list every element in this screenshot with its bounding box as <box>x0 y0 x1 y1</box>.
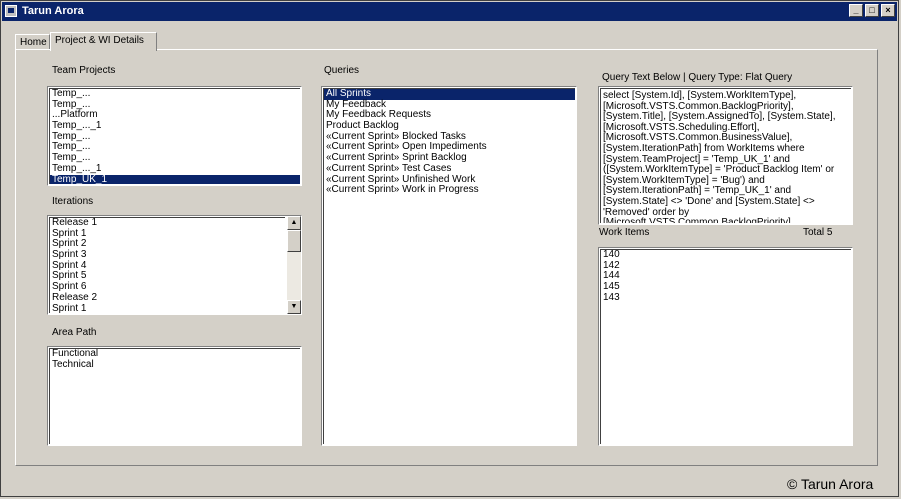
scroll-up-icon[interactable]: ▲ <box>287 216 301 230</box>
query-item[interactable]: «Current Sprint» Work in Progress <box>324 184 575 196</box>
title-bar[interactable]: Tarun Arora _ □ × <box>2 2 897 21</box>
team-projects-listbox[interactable]: Temp_... Temp_... ...Platform Temp_..._1 Tem… <box>47 86 302 186</box>
team-projects-list: Temp_... Temp_... ...Platform Temp_..._1 Tem… <box>49 88 300 184</box>
query-text-value: select [System.Id], [System.WorkItemType… <box>603 90 836 223</box>
area-path-item[interactable]: Technical <box>50 359 300 371</box>
team-project-item[interactable]: Temp_..._1 <box>50 163 300 175</box>
window-title: Tarun Arora <box>22 5 84 17</box>
main-window: Tarun Arora _ □ × Home Project & WI Deta… <box>0 0 899 497</box>
queries-label: Queries <box>324 65 360 76</box>
iterations-scrollbar[interactable]: ▲ ▼ <box>287 216 301 314</box>
iterations-listbox[interactable]: Release 1 Sprint 1 Sprint 2 Sprint 3 Sprint … <box>47 215 302 315</box>
maximize-button[interactable]: □ <box>865 4 879 17</box>
query-text-label: Query Text Below | Query Type: Flat Quer… <box>602 72 793 83</box>
query-item[interactable]: «Current Sprint» Test Cases <box>324 163 575 175</box>
minimize-button[interactable]: _ <box>849 4 863 17</box>
iteration-item[interactable]: Sprint 1 <box>50 303 285 313</box>
area-path-list: Functional Technical <box>49 348 300 444</box>
work-item-item[interactable]: 140 <box>601 250 851 261</box>
team-project-item[interactable]: Temp_UK_1 <box>50 174 300 184</box>
scroll-thumb[interactable] <box>287 230 301 252</box>
iterations-label: Iterations <box>52 196 94 207</box>
queries-listbox[interactable]: All Sprints My Feedback My Feedback Reques… <box>321 86 577 446</box>
work-items-listbox[interactable]: 140 142 144 145 143 <box>598 247 853 446</box>
tab-home[interactable]: Home <box>15 34 50 50</box>
query-text-box[interactable]: select [System.Id], [System.WorkItemType… <box>598 86 853 225</box>
work-items-list: 140 142 144 145 143 <box>600 249 851 444</box>
work-item-item[interactable]: 144 <box>601 271 851 282</box>
app-icon <box>5 5 17 17</box>
work-item-item[interactable]: 142 <box>601 260 851 272</box>
work-item-item[interactable]: 145 <box>601 281 851 293</box>
iteration-item[interactable]: Release 2 <box>50 292 285 304</box>
area-path-label: Area Path <box>52 327 97 338</box>
work-items-total: Total 5 <box>803 227 833 238</box>
close-button[interactable]: × <box>881 4 895 17</box>
queries-list: All Sprints My Feedback My Feedback Reques… <box>323 88 575 444</box>
tab-project-wi-details[interactable]: Project & WI Details <box>50 32 157 51</box>
iterations-list: Release 1 Sprint 1 Sprint 2 Sprint 3 Sprint … <box>49 217 285 313</box>
area-path-listbox[interactable]: Functional Technical <box>47 346 302 446</box>
tab-panel: Team Projects Temp_... Temp_... ...Platfor… <box>15 49 878 466</box>
team-projects-label: Team Projects <box>52 65 116 76</box>
scroll-down-icon[interactable]: ▼ <box>287 300 301 314</box>
watermark-text: © Tarun Arora <box>787 476 874 492</box>
work-item-item[interactable]: 143 <box>601 292 851 304</box>
work-items-label: Work Items <box>599 227 650 238</box>
